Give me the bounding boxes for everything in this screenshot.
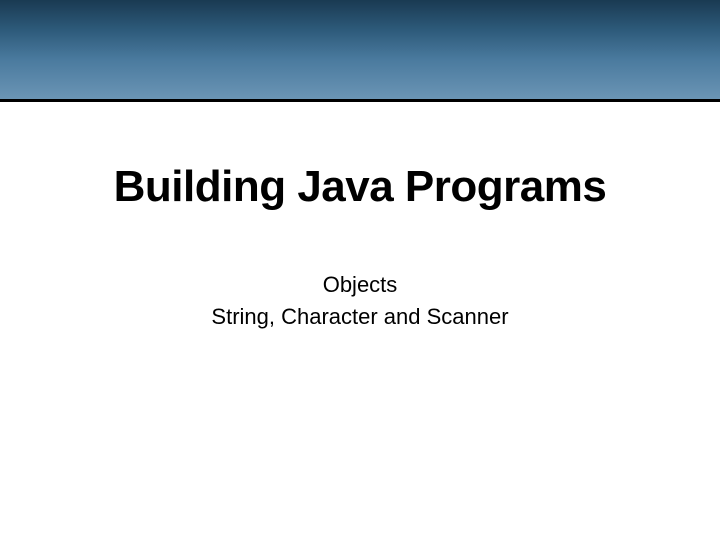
slide-content: Building Java Programs Objects String, C…: [0, 102, 720, 330]
slide-subtitle-line1: Objects: [0, 272, 720, 298]
slide-title: Building Java Programs: [0, 162, 720, 212]
slide-container: Building Java Programs Objects String, C…: [0, 0, 720, 540]
header-band: [0, 0, 720, 102]
slide-subtitle-line2: String, Character and Scanner: [0, 304, 720, 330]
